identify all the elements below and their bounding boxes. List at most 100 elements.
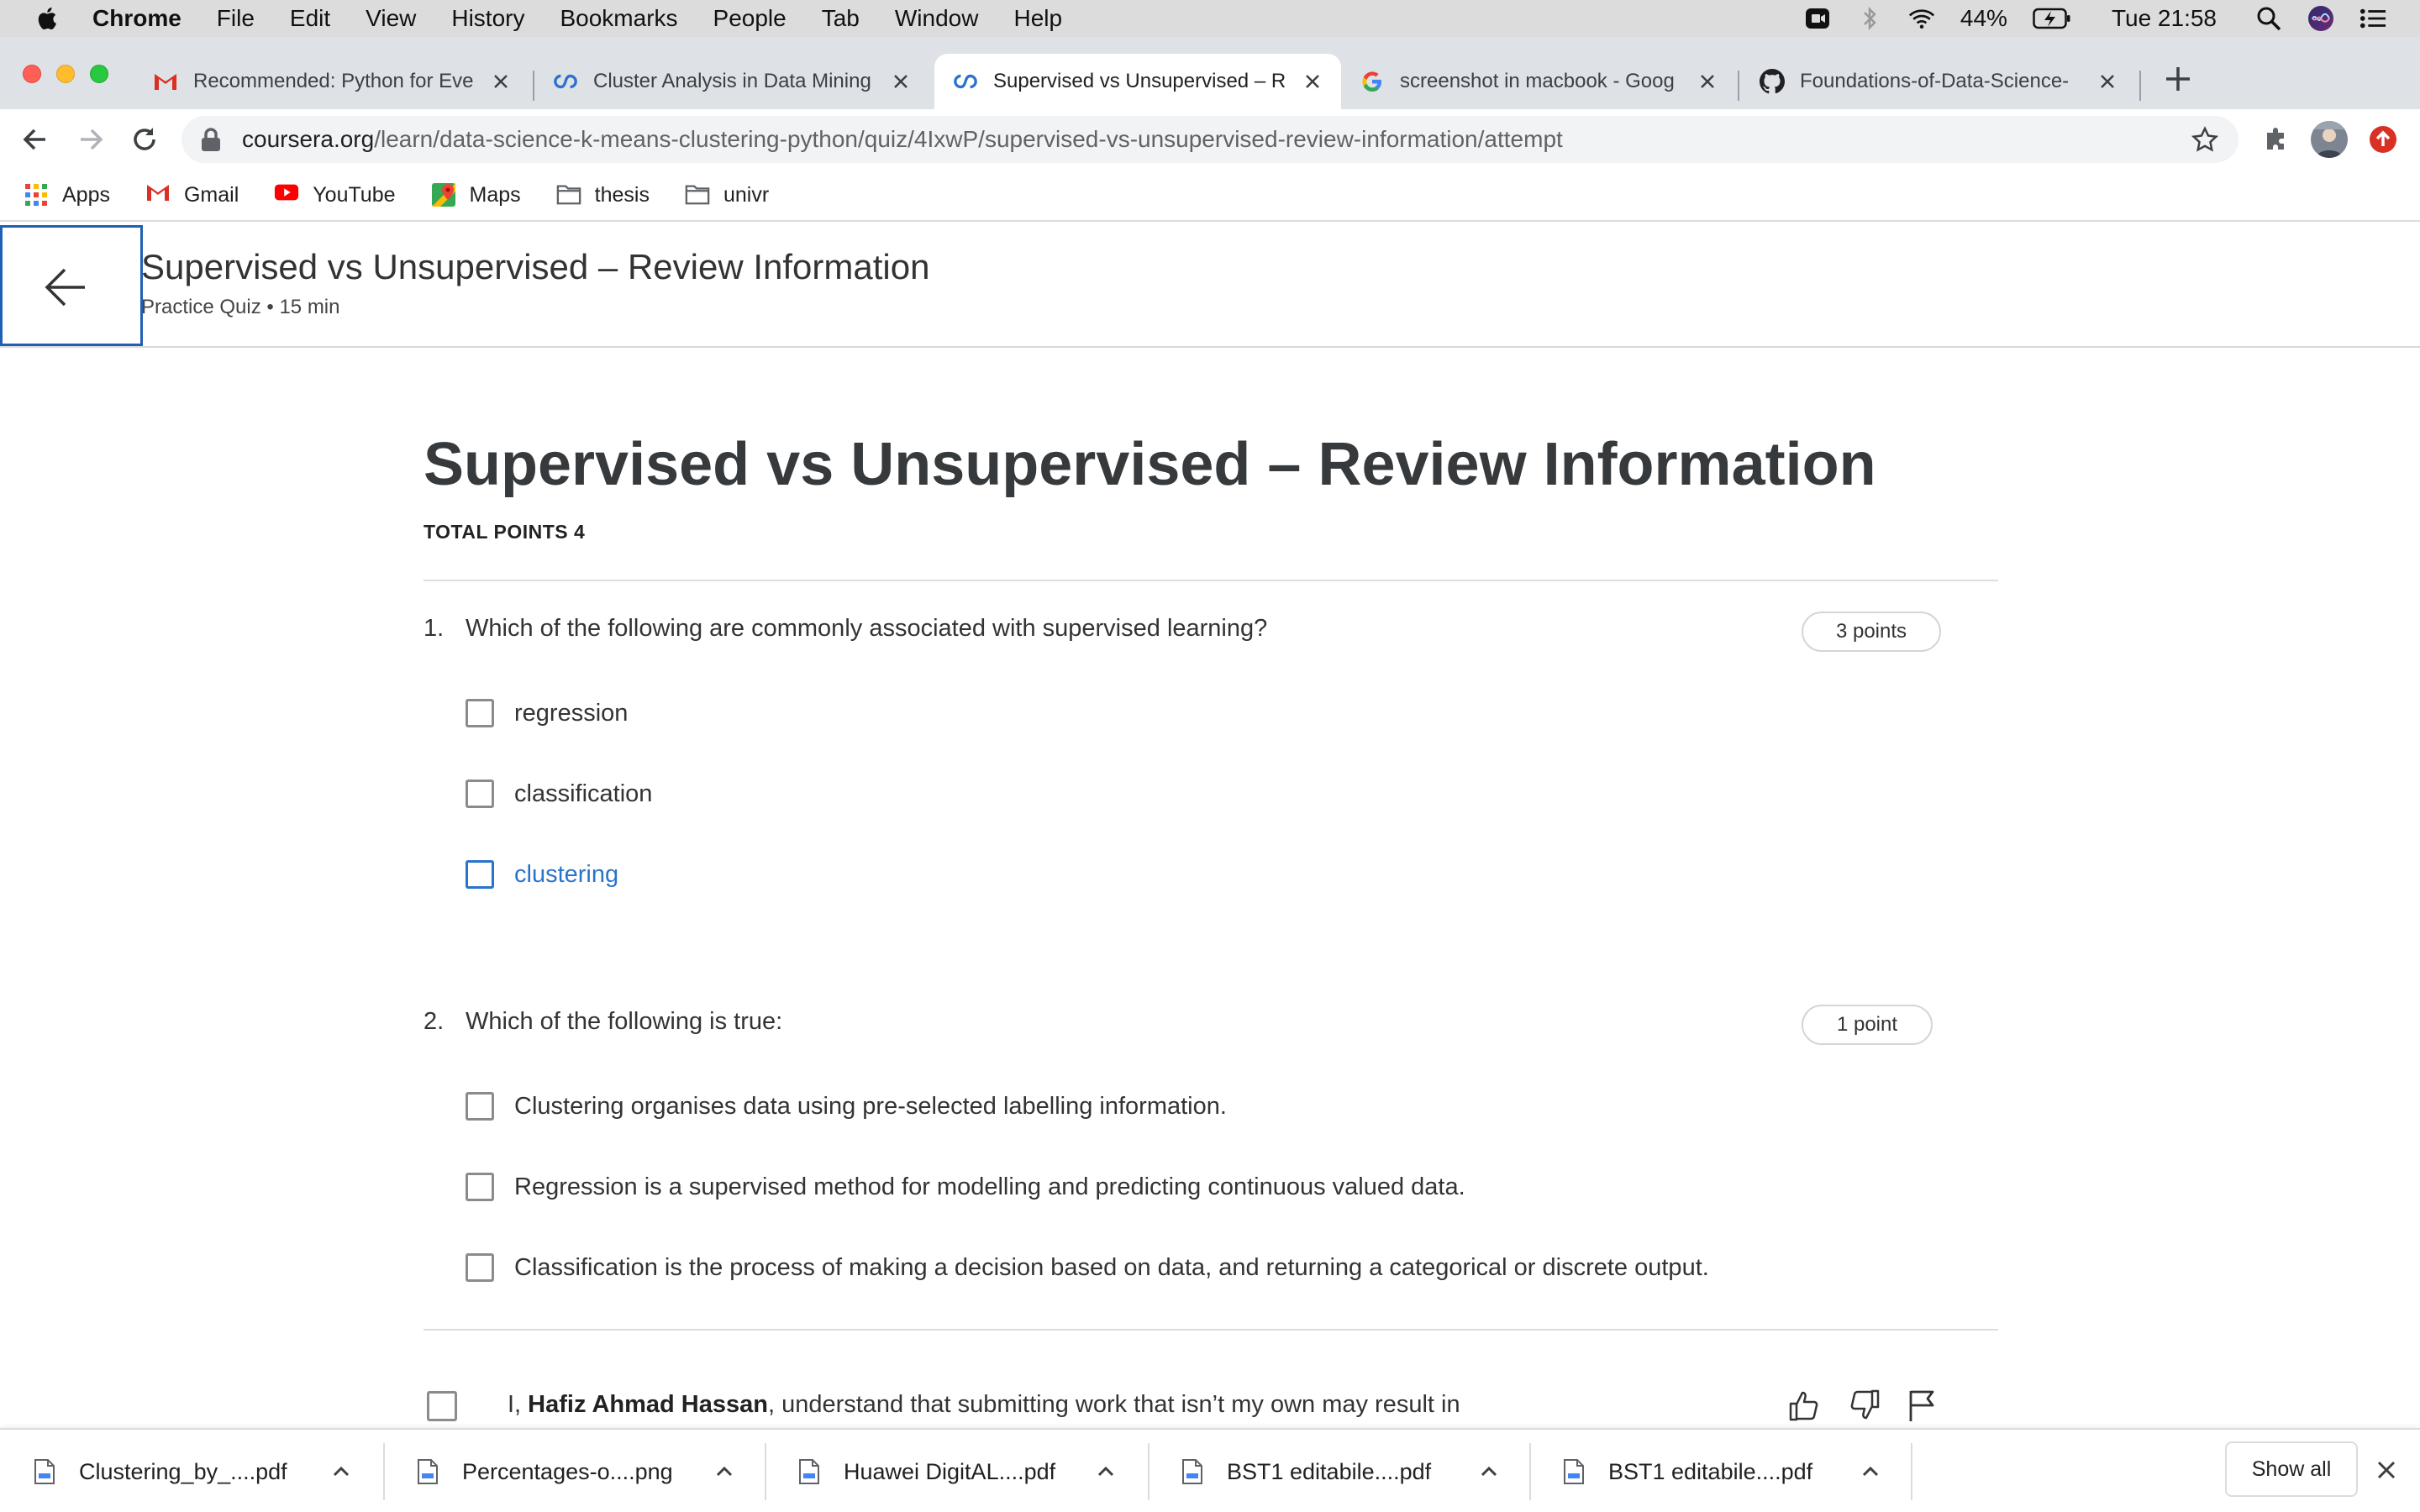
siri-icon[interactable] (2307, 5, 2334, 32)
file-icon (1182, 1459, 1202, 1484)
bluetooth-icon[interactable] (1856, 5, 1883, 32)
notification-center-icon[interactable] (2360, 5, 2386, 32)
folder-icon (556, 182, 581, 207)
checkbox[interactable] (466, 699, 494, 727)
question-2-number: 2. (424, 1008, 445, 1035)
menu-edit[interactable]: Edit (290, 5, 330, 32)
menu-view[interactable]: View (366, 5, 416, 32)
bookmark-folder-thesis[interactable]: thesis (556, 182, 650, 207)
tab-close-icon[interactable] (491, 71, 511, 92)
bookmark-maps[interactable]: Maps (431, 182, 521, 207)
file-icon (418, 1459, 438, 1484)
forward-arrow-icon[interactable] (76, 124, 106, 155)
bookmark-gmail[interactable]: Gmail (145, 182, 239, 207)
chevron-up-icon[interactable] (329, 1460, 353, 1483)
checkbox[interactable] (466, 860, 494, 889)
back-arrow-icon[interactable] (20, 124, 50, 155)
file-icon (1564, 1459, 1584, 1484)
checkbox[interactable] (466, 1253, 494, 1282)
chevron-up-icon[interactable] (713, 1460, 736, 1483)
option-label: regression (514, 699, 629, 727)
menu-file[interactable]: File (217, 5, 255, 32)
apple-logo-icon[interactable] (34, 4, 62, 33)
profile-avatar[interactable] (2311, 121, 2348, 158)
download-item[interactable]: Huawei DigitAL....pdf (765, 1430, 1146, 1512)
download-item[interactable]: Percentages-o....png (383, 1430, 765, 1512)
browser-tab-strip: Recommended: Python for Eve Cluster Anal… (0, 37, 2420, 109)
question-1-points-badge: 3 points (1802, 612, 1941, 652)
tab-close-icon[interactable] (2097, 71, 2118, 92)
extensions-puzzle-icon[interactable] (2260, 124, 2291, 155)
tab-cluster-analysis[interactable]: Cluster Analysis in Data Mining (534, 54, 929, 109)
tab-title: screenshot in macbook - Goog (1400, 70, 1675, 92)
tab-supervised-vs-unsupervised[interactable]: Supervised vs Unsupervised – R (934, 54, 1341, 109)
menu-people[interactable]: People (713, 5, 786, 32)
option-label: Regression is a supervised method for mo… (514, 1173, 1465, 1200)
maps-icon (431, 182, 456, 207)
new-tab-plus-icon[interactable] (2163, 64, 2193, 94)
window-minimize-button[interactable] (56, 65, 75, 83)
question-1-number: 1. (424, 615, 445, 642)
chevron-up-icon[interactable] (1859, 1460, 1882, 1483)
window-close-button[interactable] (23, 65, 41, 83)
coursera-icon (953, 69, 978, 94)
question-1-option-clustering[interactable]: clustering (466, 860, 618, 889)
update-alert-icon[interactable] (2368, 124, 2398, 155)
menu-tab[interactable]: Tab (822, 5, 860, 32)
coursera-icon (553, 69, 578, 94)
spotlight-search-icon[interactable] (2255, 5, 2282, 32)
menu-window[interactable]: Window (895, 5, 979, 32)
wifi-icon[interactable] (1908, 5, 1935, 32)
window-zoom-button[interactable] (90, 65, 108, 83)
question-1-option-classification[interactable]: classification (466, 780, 652, 808)
tab-recommended-python[interactable]: Recommended: Python for Eve (134, 54, 529, 109)
tab-close-icon[interactable] (1697, 71, 1718, 92)
thumbs-up-icon[interactable] (1786, 1388, 1822, 1423)
chevron-up-icon[interactable] (1094, 1460, 1118, 1483)
download-item[interactable]: BST1 editabile....pdf (1529, 1430, 1911, 1512)
screen-record-icon[interactable] (1804, 5, 1831, 32)
checkbox[interactable] (466, 1173, 494, 1201)
menu-bookmarks[interactable]: Bookmarks (560, 5, 677, 32)
question-1-option-regression[interactable]: regression (466, 699, 628, 727)
option-label: clustering (514, 860, 619, 888)
thumbs-down-icon[interactable] (1847, 1388, 1882, 1423)
bookmark-folder-univr[interactable]: univr (685, 182, 769, 207)
bookmark-youtube[interactable]: YouTube (274, 182, 396, 207)
report-flag-icon[interactable] (1904, 1388, 1939, 1423)
chevron-up-icon[interactable] (1477, 1460, 1501, 1483)
question-2-option-1[interactable]: Clustering organises data using pre-sele… (466, 1092, 1227, 1121)
bookmark-apps[interactable]: Apps (24, 182, 110, 207)
honor-code-checkbox[interactable] (427, 1391, 457, 1421)
battery-charging-icon[interactable] (2033, 5, 2071, 32)
menu-history[interactable]: History (451, 5, 524, 32)
bookmark-star-icon[interactable] (2191, 126, 2218, 153)
download-item[interactable]: Clustering_by_....pdf (0, 1430, 381, 1512)
bookmark-label: Apps (62, 182, 110, 207)
learner-name: Hafiz Ahmad Hassan (528, 1391, 768, 1418)
reload-icon[interactable] (129, 124, 160, 155)
lock-icon[interactable] (200, 127, 222, 152)
address-bar[interactable]: coursera.org/learn/data-science-k-means-… (182, 116, 2238, 163)
question-2-option-3[interactable]: Classification is the process of making … (466, 1253, 1709, 1282)
gmail-icon (145, 182, 171, 207)
checkbox[interactable] (466, 780, 494, 808)
back-button[interactable] (0, 225, 143, 346)
tab-close-icon[interactable] (1302, 71, 1323, 92)
tab-close-icon[interactable] (891, 71, 911, 92)
close-downloads-bar-icon[interactable] (2375, 1458, 2398, 1482)
checkbox[interactable] (466, 1092, 494, 1121)
menu-chrome[interactable]: Chrome (92, 5, 182, 32)
tab-title: Recommended: Python for Eve (193, 70, 474, 92)
question-2-option-2[interactable]: Regression is a supervised method for mo… (466, 1173, 1465, 1201)
tab-google-search[interactable]: screenshot in macbook - Goog (1341, 54, 1736, 109)
download-item[interactable]: BST1 editabile....pdf (1148, 1430, 1529, 1512)
header-subtitle: Practice Quiz • 15 min (141, 296, 340, 318)
menu-help[interactable]: Help (1013, 5, 1062, 32)
question-2-points-badge: 1 point (1802, 1005, 1933, 1045)
show-all-downloads-button[interactable]: Show all (2225, 1441, 2358, 1497)
menubar-clock[interactable]: Tue 21:58 (2112, 5, 2217, 32)
tab-github-foundations[interactable]: Foundations-of-Data-Science- (1741, 54, 2136, 109)
option-label: classification (514, 780, 653, 807)
question-2-text: Which of the following is true: (466, 1008, 783, 1035)
